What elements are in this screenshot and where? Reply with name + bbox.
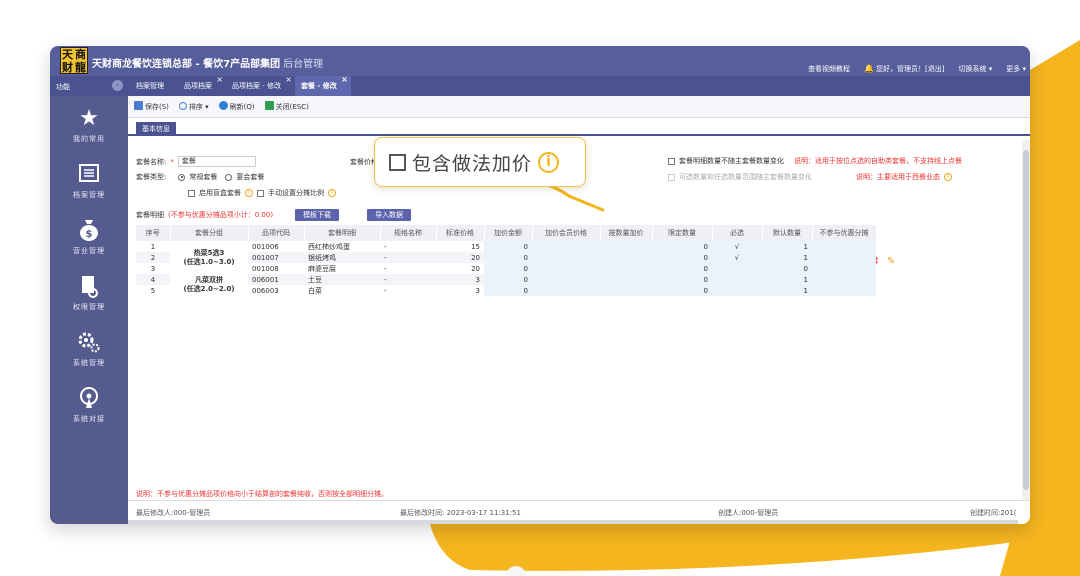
tab-archive-management[interactable]: 档案管理 — [130, 76, 178, 96]
grid-header-row: 序号 套餐分组 品项代码 套餐明细 规格名称 标准价格 加价金额 加价会员价格 … — [136, 225, 877, 241]
options-row: 启用盲盒套餐 i 手动设置分摊比例 i — [188, 188, 336, 198]
bell-icon[interactable]: 🔔 — [864, 64, 874, 73]
vertical-scrollbar[interactable] — [1022, 140, 1030, 500]
star-icon: ★ — [79, 106, 99, 131]
info-icon[interactable]: i — [538, 151, 560, 173]
sidebar: ★ 我的常用 档案管理 $ 营业管理 权限管理 系统管理 系统对接 — [50, 96, 128, 524]
save-button[interactable]: 保存(S) — [134, 101, 169, 112]
tab-bar: 功能 ‹ 档案管理 品项档案 × 品项档案 - 修改 × 套餐 - 修改 × — [50, 75, 1030, 96]
manual-ratio-checkbox[interactable] — [257, 189, 264, 197]
page-tabs: 档案管理 品项档案 × 品项档案 - 修改 × 套餐 - 修改 × — [130, 75, 351, 96]
save-icon — [134, 101, 143, 110]
sidebar-item-integration[interactable]: 系统对接 — [50, 378, 128, 434]
svg-text:$: $ — [86, 229, 93, 240]
switch-system-menu[interactable]: 切换系统 ▾ — [959, 64, 993, 74]
last-modified-time: 最后修改时间: 2023-03-17 11:31:51 — [400, 509, 521, 517]
app-window: 天 商 财 龍 天财商龙餐饮连锁总部 - 餐饮7产品部集团 后台管理 查看视频教程… — [50, 46, 1030, 524]
brand-logo: 天 商 财 龍 — [60, 47, 88, 74]
broadcast-icon — [76, 386, 102, 412]
sort-button[interactable]: 排序 ▾ — [178, 101, 209, 112]
enable-blind-box-checkbox[interactable] — [188, 189, 195, 197]
top-links: 查看视频教程 🔔 您好，管理员！[退出] 切换系统 ▾ 更多 ▾ — [808, 64, 1026, 74]
set-meal-name-input[interactable]: 套餐 — [177, 156, 256, 167]
refresh-button[interactable]: 刷新(Q) — [218, 101, 255, 112]
grayed-option-row: 可选数量和任选数量范围随主套餐数量变化 说明：主要适用于西餐业态 i — [668, 172, 952, 182]
app-title: 天财商龙餐饮连锁总部 - 餐饮7产品部集团 后台管理 — [92, 59, 324, 70]
close-button[interactable]: 关闭(ESC) — [264, 101, 309, 112]
template-download-button[interactable]: 模板下载 — [295, 209, 340, 221]
horizontal-scrollbar[interactable] — [128, 520, 1018, 524]
zoom-callout: 包含做法加价 i — [374, 137, 586, 187]
info-icon[interactable]: i — [328, 189, 336, 197]
tab-set-meal-edit[interactable]: 套餐 - 修改 × — [294, 75, 351, 96]
sidebar-item-favorites[interactable]: ★ 我的常用 — [50, 98, 128, 154]
last-modifier: 最后修改人:000-管理员 — [136, 509, 211, 517]
subtab-row: 基本信息 — [128, 120, 1030, 136]
permission-icon — [76, 274, 102, 300]
status-bar: 说明：不参与优惠分摊品项价格向小于结算剖的套餐纯收，否则按全部明细分摊。 最后修… — [128, 490, 1030, 524]
tab-item-archive[interactable]: 品项档案 × — [178, 75, 226, 96]
refresh-icon — [218, 101, 228, 110]
tab-item-archive-edit[interactable]: 品项档案 - 修改 × — [226, 75, 295, 96]
detail-qty-row: 套餐明细数量不随主套餐数量变化 说明：适用于按位点选的自助类套餐，不支持线上点餐 — [668, 156, 962, 166]
banquet-meal-radio[interactable] — [225, 173, 233, 181]
screenshot-stage: 天 商 财 龍 天财商龙餐饮连锁总部 - 餐饮7产品部集团 后台管理 查看视频教程… — [0, 0, 1080, 576]
sidebar-item-permission[interactable]: 权限管理 — [50, 266, 128, 322]
gears-icon — [76, 330, 102, 356]
type-field-row: 套餐类型: 常规套餐 宴会套餐 — [136, 173, 265, 181]
toolbar: 保存(S) 排序 ▾ 刷新(Q) 关闭(ESC) — [128, 96, 1030, 118]
info-icon[interactable]: i — [944, 173, 952, 181]
group-cell: 热菜5选3 (任选1.0~3.0) — [170, 241, 248, 274]
money-bag-icon: $ — [76, 218, 102, 244]
detail-qty-fixed-checkbox[interactable] — [668, 157, 675, 165]
video-tutorial-link[interactable]: 查看视频教程 — [808, 64, 850, 74]
name-field-row: 套餐名称: * 套餐 — [136, 156, 256, 167]
tab-basic-info[interactable]: 基本信息 — [136, 122, 176, 136]
collapse-sidebar-icon[interactable]: ‹ — [112, 80, 123, 91]
close-icon — [264, 101, 274, 110]
group-cell: 凡菜双拼 (任选2.0~2.0) — [170, 274, 248, 296]
detail-header-row: 套餐明细 (不参与优惠分摊品项小计：0.00) 模板下载 导入数据 — [136, 209, 412, 221]
table-row[interactable]: 4 凡菜双拼 (任选2.0~2.0) 006001 土豆 - 3 0 0 1 — [136, 274, 876, 296]
close-tab-icon[interactable]: × — [341, 70, 348, 90]
info-icon[interactable]: i — [245, 189, 253, 197]
set-meal-detail-grid: 序号 套餐分组 品项代码 套餐明细 规格名称 标准价格 加价金额 加价会员价格 … — [136, 225, 877, 296]
footer-note: 说明：不参与优惠分摊品项价格向小于结算剖的套餐纯收，否则按全部明细分摊。 — [136, 490, 388, 498]
creator: 创建人:000-管理员 — [718, 509, 779, 517]
edit-pencil-icon[interactable]: ✎ — [887, 256, 895, 267]
created-time: 创建时间:201( — [970, 509, 1017, 517]
sidebar-item-system[interactable]: 系统管理 — [50, 322, 128, 378]
user-greeting[interactable]: 🔔 您好，管理员！[退出] — [864, 64, 944, 74]
close-tab-icon[interactable]: × — [216, 70, 223, 90]
include-method-surcharge-checkbox[interactable] — [389, 153, 406, 171]
sidebar-item-archive[interactable]: 档案管理 — [50, 154, 128, 210]
title-bar: 天 商 财 龍 天财商龙餐饮连锁总部 - 餐饮7产品部集团 后台管理 查看视频教程… — [50, 46, 1030, 76]
function-label: 功能 — [56, 83, 70, 91]
archive-icon — [76, 162, 102, 188]
more-menu[interactable]: 更多 ▾ — [1006, 64, 1026, 74]
table-row[interactable]: 1 热菜5选3 (任选1.0~3.0) 001006 西红柿炒鸡蛋 - 15 0 … — [136, 241, 876, 274]
sidebar-item-business[interactable]: $ 营业管理 — [50, 210, 128, 266]
magnifier-icon — [178, 101, 187, 110]
import-data-button[interactable]: 导入数据 — [367, 209, 412, 221]
range-follow-qty-checkbox — [668, 173, 675, 181]
close-tab-icon[interactable]: × — [285, 70, 292, 90]
regular-meal-radio[interactable] — [178, 173, 186, 181]
include-method-surcharge-label: 包含做法加价 — [412, 152, 533, 175]
